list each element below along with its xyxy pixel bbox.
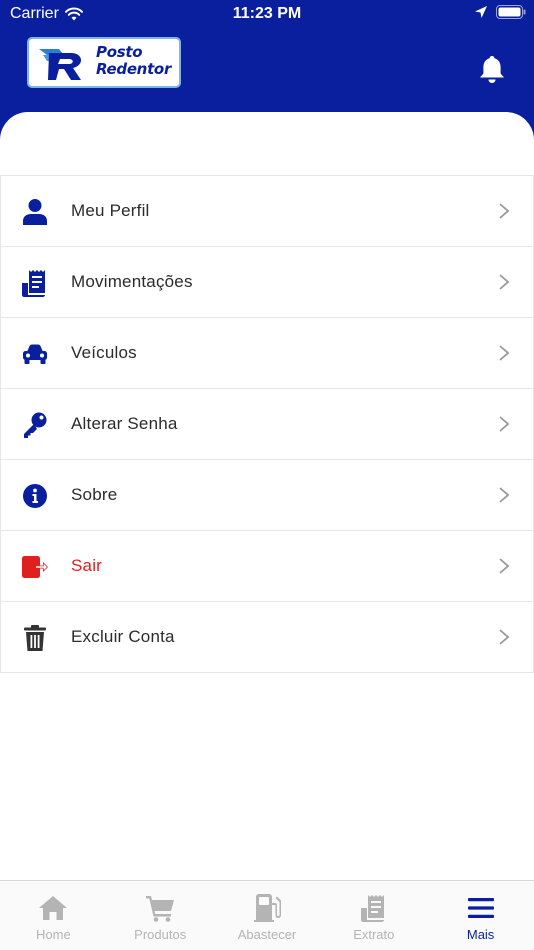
menu-item-sobre[interactable]: Sobre — [0, 460, 534, 531]
logo-line-1: Posto — [96, 43, 143, 61]
tab-abastecer[interactable]: Abastecer — [214, 881, 321, 950]
receipt-icon — [359, 893, 389, 923]
tab-label: Mais — [466, 927, 495, 942]
notifications-button[interactable] — [478, 54, 506, 84]
chevron-right-icon — [499, 629, 510, 645]
status-time: 11:23 PM — [232, 5, 302, 22]
chevron-right-icon — [499, 558, 510, 574]
settings-menu: Meu Perfil Movimentações Veículos Altera… — [0, 175, 534, 673]
fuel-pump-icon — [252, 893, 282, 923]
info-icon — [21, 482, 49, 510]
chevron-right-icon — [499, 274, 510, 290]
car-icon — [21, 340, 49, 368]
menu-icon — [466, 893, 496, 923]
tab-extrato[interactable]: Extrato — [320, 881, 427, 950]
tab-produtos[interactable]: Produtos — [107, 881, 214, 950]
trash-icon — [21, 624, 49, 652]
menu-item-label: Movimentações — [71, 272, 193, 291]
tab-home[interactable]: Home — [0, 881, 107, 950]
status-bar: Carrier 11:23 PM — [0, 0, 534, 28]
menu-item-excluir-conta[interactable]: Excluir Conta — [0, 602, 534, 673]
chevron-right-icon — [499, 203, 510, 219]
menu-item-sair[interactable]: Sair — [0, 531, 534, 602]
user-icon — [21, 198, 49, 226]
tab-label: Abastecer — [237, 927, 297, 942]
tab-mais[interactable]: Mais — [427, 881, 534, 950]
menu-item-alterar-senha[interactable]: Alterar Senha — [0, 389, 534, 460]
chevron-right-icon — [499, 416, 510, 432]
bottom-tab-bar: Home Produtos Abastecer Extrato Mais — [0, 880, 534, 950]
logo-wordmark: Posto Redentor — [96, 44, 171, 78]
logo-r-mark-icon — [39, 49, 82, 80]
menu-item-label: Excluir Conta — [71, 627, 175, 646]
tab-label: Home — [36, 927, 71, 942]
bell-icon — [480, 56, 504, 83]
tab-label: Produtos — [134, 927, 187, 942]
menu-item-label: Veículos — [71, 343, 137, 362]
menu-item-veiculos[interactable]: Veículos — [0, 318, 534, 389]
menu-item-movimentacoes[interactable]: Movimentações — [0, 247, 534, 318]
cart-icon — [145, 893, 175, 923]
logout-icon — [21, 553, 49, 581]
menu-item-label: Sobre — [71, 485, 118, 504]
chevron-right-icon — [499, 345, 510, 361]
logo-line-2: Redentor — [96, 60, 172, 78]
status-right-icons — [474, 5, 526, 19]
receipt-icon — [21, 269, 49, 297]
battery-icon — [496, 5, 526, 19]
menu-item-meu-perfil[interactable]: Meu Perfil — [0, 176, 534, 247]
tab-label: Extrato — [353, 927, 395, 942]
menu-item-label: Sair — [71, 556, 103, 575]
menu-item-label: Meu Perfil — [71, 201, 150, 220]
home-icon — [38, 893, 68, 923]
location-arrow-icon — [475, 6, 487, 18]
chevron-right-icon — [499, 487, 510, 503]
key-icon — [21, 411, 49, 439]
menu-item-label: Alterar Senha — [71, 414, 178, 433]
brand-logo: Posto Redentor — [27, 37, 181, 88]
